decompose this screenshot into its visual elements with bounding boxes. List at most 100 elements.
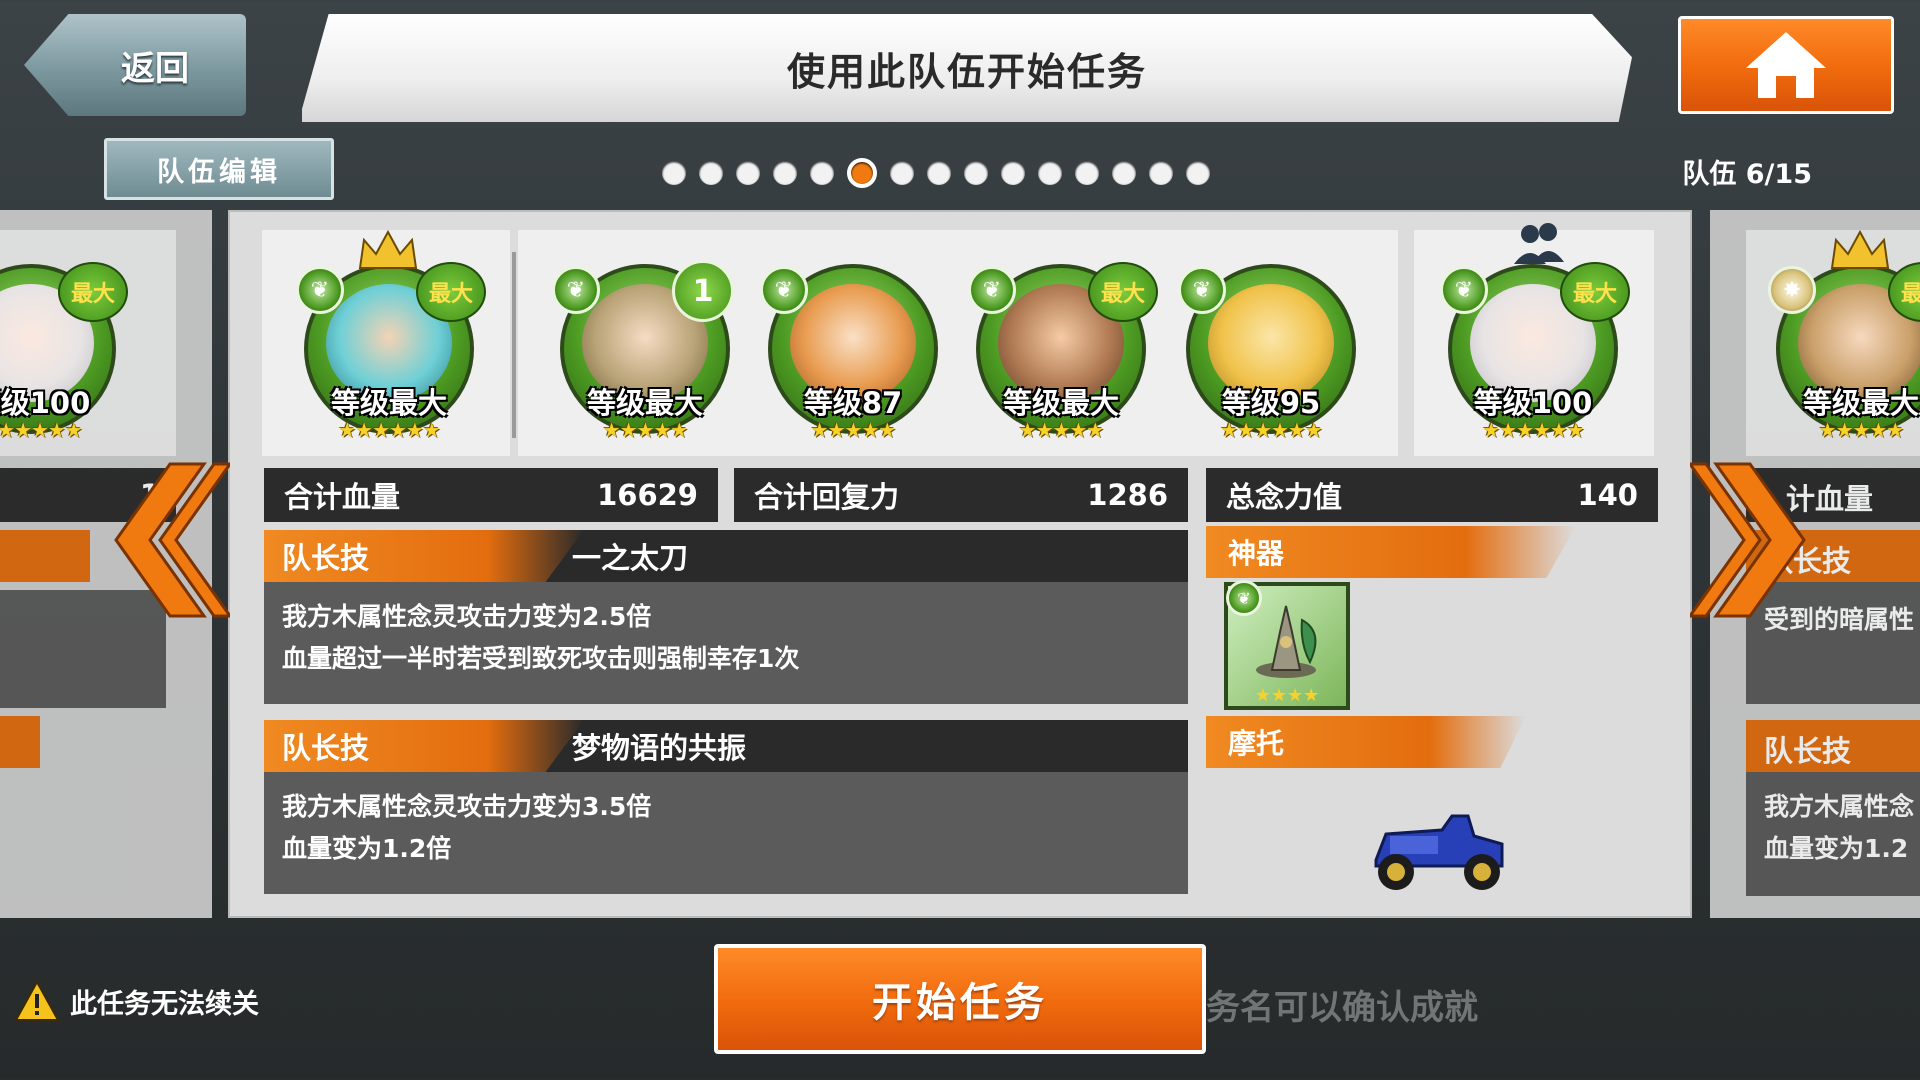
team-edit-button[interactable]: 队伍编辑 (104, 138, 334, 200)
next-team-character: ✸ 最大 等级最大 ★★★★★ (1768, 229, 1920, 442)
vehicle-icon (1374, 814, 1504, 890)
pager-dot[interactable] (1038, 161, 1062, 185)
pager-dot[interactable] (927, 161, 951, 185)
pager-dot[interactable] (736, 161, 760, 185)
character-slot[interactable]: ❦ 等级95 ★★★★★★ (1178, 256, 1364, 442)
back-button-label: 返回 (121, 48, 189, 89)
artifact-card[interactable]: ❦ ★★★★ (1224, 580, 1350, 710)
artifact-header: 神器 (1206, 526, 1576, 578)
page-title: 使用此队伍开始任务 (302, 14, 1632, 122)
prev-team-tag-2 (0, 716, 40, 768)
pager-dot[interactable] (773, 161, 797, 185)
rarity-stars: ★★★★★ (1018, 418, 1105, 442)
leader-skill-name: 一之太刀 (572, 541, 689, 575)
level-label: 等级95 (1221, 386, 1321, 420)
level-label: 等级最大 (1802, 386, 1919, 420)
friend-icon (1514, 223, 1564, 264)
rarity-stars: ★★★★★★ (1220, 418, 1323, 442)
max-badge: 最大 (58, 262, 128, 322)
character-slot[interactable]: ❦ 等级87 ★★★★★ (760, 256, 946, 442)
max-badge: 最大 (416, 262, 486, 322)
skill-line: 血量超过一半时若受到致死攻击则强制幸存1次 (282, 644, 800, 673)
skill-line: 我方木属性念 (1764, 792, 1915, 821)
character-slot[interactable]: ❦ 最大 等级100 ★★★★★★ (1440, 223, 1630, 442)
leader-skill-1: 队长技 一之太刀 我方木属性念灵攻击力变为2.5倍 血量超过一半时若受到致死攻击则… (264, 530, 1188, 704)
character-slot[interactable]: ❦ 1 等级最大 ★★★★★ (552, 256, 738, 442)
artifact-stars: ★★★★ (1254, 685, 1320, 706)
home-button[interactable] (1678, 16, 1894, 114)
pager-dot[interactable] (890, 161, 914, 185)
pager-dot[interactable] (1149, 161, 1173, 185)
total-will: 总念力值 140 (1206, 468, 1658, 522)
total-hp-label: 合计血量 (284, 480, 401, 514)
rarity-stars: ★★★★★★ (338, 418, 441, 442)
prev-team-arrow-icon[interactable] (100, 460, 230, 620)
max-badge: 最大 (1088, 262, 1158, 322)
back-button[interactable]: 返回 (24, 14, 246, 116)
pager-dot[interactable] (1186, 161, 1210, 185)
background-hint-text: 务名可以确认成就 (1206, 988, 1478, 1028)
rarity-stars: ★★★★★★ (0, 418, 83, 442)
home-icon (1746, 32, 1826, 98)
skill-line: 血量变为1.2 (1764, 834, 1909, 863)
total-hp-value: 16629 (597, 478, 698, 512)
pager-dot[interactable] (964, 161, 988, 185)
pager-dot[interactable] (662, 161, 686, 185)
max-badge: 最大 (1560, 262, 1630, 322)
warning-text: 此任务无法续关 (70, 988, 259, 1020)
vehicle-header: 摩托 (1206, 716, 1526, 768)
crown-icon (1830, 229, 1890, 269)
pager-dot[interactable] (847, 158, 877, 188)
total-will-value: 140 (1577, 478, 1638, 512)
wood-element-icon: ❦ (760, 266, 808, 314)
wood-element-icon: ❦ (968, 266, 1016, 314)
wood-element-icon: ❦ (1440, 266, 1488, 314)
character-slot[interactable]: ❦ 最大 等级最大 ★★★★★ (968, 256, 1158, 442)
total-heal-label: 合计回复力 (754, 480, 900, 514)
wood-element-icon: ❦ (552, 266, 600, 314)
next-team-skill-2: 我方木属性念 血量变为1.2 (1746, 772, 1920, 896)
count-badge: 1 (672, 260, 734, 322)
wood-element-icon: ❦ (1226, 580, 1262, 616)
rarity-stars: ★★★★★ (810, 418, 897, 442)
team-pager[interactable] (662, 158, 1210, 188)
rarity-stars: ★★★★★ (602, 418, 689, 442)
leader-skill-name: 梦物语的共振 (572, 731, 747, 765)
character-slot[interactable]: ❦ 最大 等级最大 ★★★★★★ (296, 229, 486, 442)
level-label: 等级最大 (330, 386, 447, 420)
skill-line: 我方木属性念灵攻击力变为3.5倍 (282, 792, 652, 821)
pager-dot[interactable] (810, 161, 834, 185)
prev-team-character: ❦ 最大 等级100 ★★★★★★ (0, 256, 128, 442)
pager-dot[interactable] (1112, 161, 1136, 185)
total-heal-value: 1286 (1087, 478, 1168, 512)
leader-skill-tag: 队长技 (264, 530, 584, 582)
level-label: 等级100 (0, 386, 91, 420)
light-element-icon: ✸ (1768, 266, 1816, 314)
next-team-tag-2: 队长技 (1746, 720, 1920, 772)
pager-dot[interactable] (699, 161, 723, 185)
prev-team-tag (0, 530, 90, 582)
skill-line: 我方木属性念灵攻击力变为2.5倍 (282, 602, 652, 631)
warning-icon (14, 980, 60, 1021)
strip-divider (512, 252, 516, 438)
level-label: 等级87 (803, 386, 903, 420)
total-will-label: 总念力值 (1226, 480, 1343, 514)
pager-dot[interactable] (1075, 161, 1099, 185)
next-team-arrow-icon[interactable] (1690, 460, 1820, 620)
wood-element-icon: ❦ (296, 266, 344, 314)
rarity-stars: ★★★★★★ (1482, 418, 1585, 442)
start-mission-button[interactable]: 开始任务 (714, 944, 1206, 1054)
no-continue-warning: 此任务无法续关 (14, 976, 259, 1026)
level-label: 等级最大 (586, 386, 703, 420)
level-label: 等级最大 (1002, 386, 1119, 420)
total-heal: 合计回复力 1286 (734, 468, 1188, 522)
skill-line: 血量变为1.2倍 (282, 834, 452, 863)
leader-skill-2: 队长技 梦物语的共振 我方木属性念灵攻击力变为3.5倍 血量变为1.2倍 (264, 720, 1188, 894)
team-count: 队伍 6/15 (1682, 159, 1812, 190)
total-hp: 合计血量 16629 (264, 468, 718, 522)
crown-icon (358, 229, 418, 269)
level-label: 等级100 (1473, 386, 1593, 420)
wood-element-icon: ❦ (1178, 266, 1226, 314)
rarity-stars: ★★★★★ (1818, 418, 1905, 442)
pager-dot[interactable] (1001, 161, 1025, 185)
